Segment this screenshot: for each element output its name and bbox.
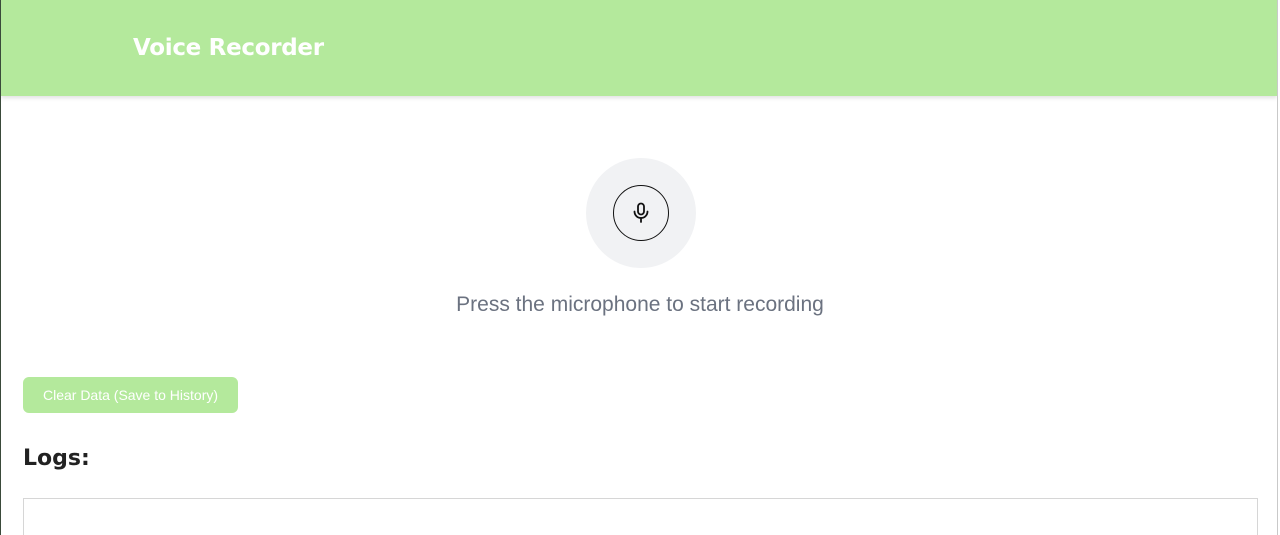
recording-status-text: Press the microphone to start recording <box>456 293 824 316</box>
logs-panel <box>23 498 1258 535</box>
logs-heading: Logs: <box>23 446 90 471</box>
clear-data-button[interactable]: Clear Data (Save to History) <box>23 377 238 413</box>
app-window: Voice Recorder Press the microphone to s… <box>0 0 1278 535</box>
app-title: Voice Recorder <box>133 35 324 61</box>
app-header: Voice Recorder <box>1 0 1277 96</box>
microphone-icon <box>632 202 650 224</box>
mic-button-background <box>586 158 696 268</box>
record-button[interactable] <box>613 185 669 241</box>
